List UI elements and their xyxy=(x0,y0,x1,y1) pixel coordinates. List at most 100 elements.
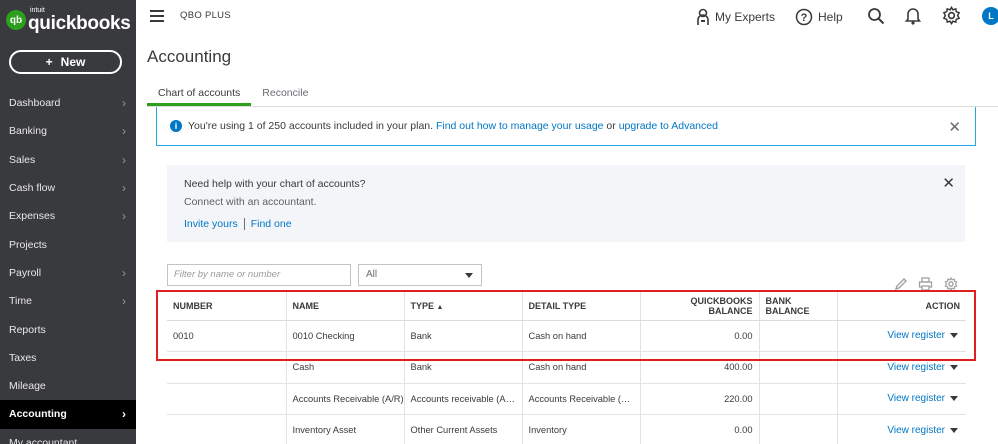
print-icon[interactable] xyxy=(918,277,933,291)
quickbooks-logo[interactable]: qb intuit quickbooks xyxy=(6,7,131,33)
view-register-link[interactable]: View register xyxy=(887,330,945,341)
close-icon[interactable]: ✕ xyxy=(942,174,955,192)
table-row[interactable]: Cash Bank Cash on hand 400.00 View register xyxy=(167,351,966,384)
chevron-right-icon: › xyxy=(122,294,126,309)
sidebar-item-label: Banking xyxy=(9,125,47,138)
sidebar-item-projects[interactable]: Projects xyxy=(0,230,136,258)
help-button[interactable]: ? Help xyxy=(795,8,843,26)
sidebar-item-label: Taxes xyxy=(9,351,37,364)
cell-number xyxy=(167,414,287,444)
cell-qb-balance: 220.00 xyxy=(640,383,760,415)
col-detail-type[interactable]: DETAIL TYPE xyxy=(522,292,641,321)
cell-detail-type: Accounts Receivable (… xyxy=(522,383,641,415)
plus-icon: + xyxy=(45,55,53,69)
sidebar-item-label: Projects xyxy=(9,238,47,251)
find-one-link[interactable]: Find one xyxy=(251,218,292,230)
col-number[interactable]: NUMBER xyxy=(167,292,287,321)
help-icon: ? xyxy=(795,8,813,26)
tab-reconcile[interactable]: Reconcile xyxy=(251,84,319,106)
col-bank-balance[interactable]: BANK BALANCE xyxy=(759,292,838,321)
cell-qb-balance: 0.00 xyxy=(640,414,760,444)
sidebar: qb intuit quickbooks + New Dashboard › Ban… xyxy=(0,0,136,444)
experts-icon xyxy=(697,8,709,25)
table-row[interactable]: Accounts Receivable (A/R) Accounts receiv… xyxy=(167,383,966,415)
col-type-label: TYPE xyxy=(410,300,435,311)
svg-text:?: ? xyxy=(801,12,808,24)
view-register-link[interactable]: View register xyxy=(887,393,945,404)
sidebar-item-expenses[interactable]: Expenses › xyxy=(0,202,136,230)
sidebar-item-payroll[interactable]: Payroll › xyxy=(0,259,136,287)
bell-icon[interactable] xyxy=(905,6,921,25)
sidebar-item-sales[interactable]: Sales › xyxy=(0,146,136,174)
col-qb-balance[interactable]: QUICKBOOKS BALANCE xyxy=(640,292,760,321)
sidebar-item-cash-flow[interactable]: Cash flow › xyxy=(0,174,136,202)
cell-name: 0010 Checking xyxy=(286,320,405,352)
view-register-link[interactable]: View register xyxy=(887,425,945,436)
accountant-help-box: Need help with your chart of accounts? C… xyxy=(167,165,965,242)
filter-input[interactable]: Filter by name or number xyxy=(167,264,351,286)
company-name: QBO PLUS xyxy=(180,10,231,21)
cell-bank-balance xyxy=(759,383,838,415)
sidebar-item-label: Time xyxy=(9,295,32,308)
logo-wordmark: intuit quickbooks xyxy=(28,7,131,33)
cell-type: Other Current Assets xyxy=(404,414,523,444)
my-experts-button[interactable]: My Experts xyxy=(696,8,775,26)
tabs: Chart of accounts Reconcile xyxy=(147,84,319,106)
sidebar-item-label: Dashboard xyxy=(9,97,61,110)
chevron-right-icon: › xyxy=(122,209,126,224)
sidebar-item-taxes[interactable]: Taxes xyxy=(0,344,136,372)
manage-usage-link[interactable]: Find out how to manage your usage xyxy=(436,120,604,132)
banner-text: You're using 1 of 250 accounts included … xyxy=(188,120,434,132)
sidebar-item-time[interactable]: Time › xyxy=(0,287,136,315)
pencil-icon[interactable] xyxy=(894,277,908,291)
col-type[interactable]: TYPE ▲ xyxy=(404,292,523,321)
tab-chart-of-accounts[interactable]: Chart of accounts xyxy=(147,84,252,106)
help-label: Help xyxy=(818,10,843,24)
page-title: Accounting xyxy=(147,47,232,66)
chevron-right-icon: › xyxy=(122,407,126,422)
app: qb intuit quickbooks + New Dashboard › Ban… xyxy=(0,0,998,444)
table-row[interactable]: Inventory Asset Other Current Assets Inven… xyxy=(167,414,966,444)
sidebar-item-dashboard[interactable]: Dashboard › xyxy=(0,89,136,117)
cell-action: View register xyxy=(837,383,966,415)
chevron-down-icon[interactable] xyxy=(950,333,958,339)
help-title: Need help with your chart of accounts? xyxy=(184,178,366,190)
upgrade-link[interactable]: upgrade to Advanced xyxy=(619,120,718,132)
table-row[interactable]: 0010 0010 Checking Bank Cash on hand 0.00 Vie… xyxy=(167,320,966,352)
cell-action: View register xyxy=(837,414,966,444)
my-experts-label: My Experts xyxy=(715,10,776,24)
help-subtitle: Connect with an accountant. xyxy=(184,196,317,208)
type-filter-select[interactable]: All xyxy=(358,264,482,286)
avatar[interactable]: L xyxy=(982,7,998,25)
cell-bank-balance xyxy=(759,414,838,444)
sidebar-item-label: Mileage xyxy=(9,380,46,393)
view-register-link[interactable]: View register xyxy=(887,362,945,373)
close-icon[interactable]: ✕ xyxy=(948,118,961,136)
gear-icon[interactable] xyxy=(942,6,961,25)
sidebar-item-label: Cash flow xyxy=(9,182,56,195)
sidebar-item-banking[interactable]: Banking › xyxy=(0,117,136,145)
sidebar-item-reports[interactable]: Reports xyxy=(0,315,136,343)
chevron-down-icon[interactable] xyxy=(950,364,958,370)
sidebar-item-label: Sales xyxy=(9,153,36,166)
sidebar-item-label: Payroll xyxy=(9,266,42,279)
chevron-right-icon: › xyxy=(122,96,126,111)
cell-name: Accounts Receivable (A/R) xyxy=(286,383,405,415)
sidebar-item-label: Reports xyxy=(9,323,46,336)
cell-number xyxy=(167,383,287,415)
chevron-down-icon[interactable] xyxy=(950,396,958,402)
chevron-down-icon[interactable] xyxy=(950,427,958,433)
sidebar-item-my-accountant[interactable]: My accountant xyxy=(0,429,136,444)
hamburger-icon[interactable] xyxy=(150,10,164,22)
cell-detail-type: Cash on hand xyxy=(522,351,641,384)
cell-detail-type: Inventory xyxy=(522,414,641,444)
new-button-label: New xyxy=(60,55,86,69)
search-icon[interactable] xyxy=(867,7,885,25)
col-name[interactable]: NAME xyxy=(286,292,405,321)
new-button[interactable]: + New xyxy=(9,50,122,74)
settings-icon[interactable] xyxy=(944,277,958,291)
sidebar-item-mileage[interactable]: Mileage xyxy=(0,372,136,400)
sidebar-item-accounting[interactable]: Accounting › xyxy=(0,400,136,429)
invite-yours-link[interactable]: Invite yours xyxy=(184,218,238,230)
cell-type: Accounts receivable (A… xyxy=(404,383,523,415)
